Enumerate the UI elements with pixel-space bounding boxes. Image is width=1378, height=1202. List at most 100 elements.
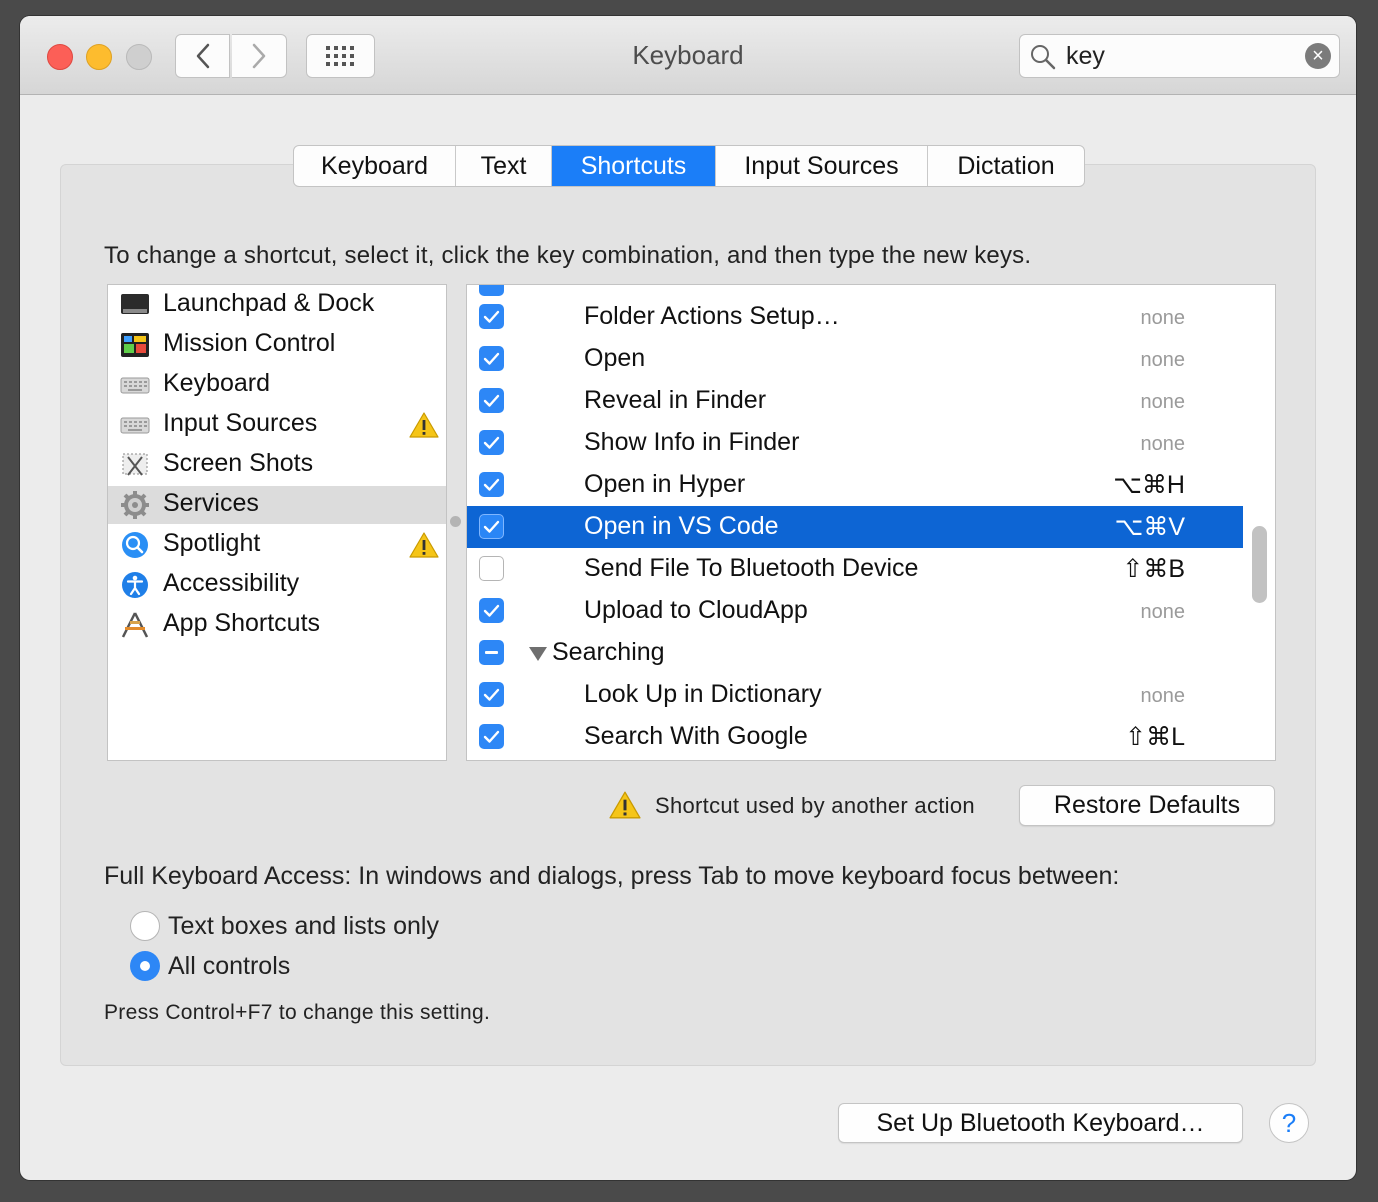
title-bar: Keyboard key × [20,16,1356,95]
search-field[interactable]: key × [1019,34,1340,78]
shortcut-row-reveal-in-finder[interactable]: Reveal in Finder none [467,380,1243,422]
shortcut-keys[interactable]: none [1141,601,1186,624]
category-item-input-sources[interactable]: Input Sources [108,406,446,444]
mission-control-icon [121,333,149,357]
category-item-accessibility[interactable]: Accessibility [108,566,446,604]
tab-text[interactable]: Text [456,146,552,186]
checkbox[interactable] [479,346,504,371]
warning-icon [609,791,641,819]
shortcut-group-searching[interactable]: Searching [467,632,1243,674]
shortcut-keys[interactable]: none [1141,349,1186,372]
close-icon: × [1312,45,1324,67]
shortcut-row-folder-actions-setup[interactable]: Folder Actions Setup… none [467,296,1243,338]
checkbox[interactable] [479,388,504,413]
category-label: Input Sources [163,409,318,437]
shortcut-name: Upload to CloudApp [584,596,808,624]
checkmark-icon [483,352,500,365]
checkbox[interactable] [479,682,504,707]
tab-shortcuts[interactable]: Shortcuts [552,146,716,186]
category-label: App Shortcuts [163,609,321,637]
shortcut-name: Open [584,344,646,372]
warning-icon [409,412,439,438]
category-label: Launchpad & Dock [163,289,375,317]
keyboard-icon [120,417,150,434]
shortcut-row-search-with-google[interactable]: Search With Google ⇧⌘L [467,716,1243,758]
checkbox[interactable] [479,430,504,455]
search-icon [1031,45,1056,70]
shortcut-keys[interactable]: none [1141,307,1186,330]
shortcut-name: Folder Actions Setup… [584,302,840,330]
checkmark-icon [483,436,500,449]
spotlight-icon [122,532,148,558]
shortcut-keys[interactable]: none [1141,433,1186,456]
category-label: Keyboard [163,369,271,397]
tab-keyboard[interactable]: Keyboard [294,146,456,186]
set-up-bluetooth-keyboard-button[interactable]: Set Up Bluetooth Keyboard… [838,1103,1243,1143]
shortcut-name: Open in VS Code [584,512,779,540]
category-label: Services [163,489,259,517]
radio-label[interactable]: All controls [168,952,290,981]
group-name: Searching [552,638,665,666]
tab-input-sources[interactable]: Input Sources [716,146,928,186]
category-label: Spotlight [163,529,261,557]
checkbox[interactable] [479,304,504,329]
shortcut-row-upload-to-cloudapp[interactable]: Upload to CloudApp none [467,590,1243,632]
gear-icon [121,491,149,519]
category-item-services[interactable]: Services [108,486,446,524]
checkbox[interactable] [479,472,504,497]
category-item-spotlight[interactable]: Spotlight [108,526,446,564]
disclosure-triangle-icon[interactable] [529,647,547,661]
shortcut-name: Look Up in Dictionary [584,680,822,708]
search-input[interactable]: key [1066,42,1105,71]
shortcut-keys[interactable]: ⇧⌘B [1122,554,1185,584]
warning-legend-text: Shortcut used by another action [655,793,975,818]
category-item-launchpad-dock[interactable]: Launchpad & Dock [108,286,446,324]
full-keyboard-access-label: Full Keyboard Access: In windows and dia… [104,862,1120,890]
screenshot-icon [122,453,148,476]
category-list[interactable]: Launchpad & Dock Mission Control Keyboar… [107,284,447,761]
scrollbar-thumb[interactable] [1252,526,1267,603]
help-button[interactable]: ? [1269,1103,1309,1143]
shortcut-name: Show Info in Finder [584,428,800,456]
shortcut-keys[interactable]: none [1141,685,1186,708]
category-item-mission-control[interactable]: Mission Control [108,326,446,364]
shortcut-keys[interactable]: ⇧⌘L [1125,722,1185,752]
category-item-app-shortcuts[interactable]: App Shortcuts [108,606,446,644]
checkbox[interactable] [479,556,504,581]
app-shortcuts-icon [121,612,149,638]
shortcut-row-show-info-in-finder[interactable]: Show Info in Finder none [467,422,1243,464]
shortcut-row-open[interactable]: Open none [467,338,1243,380]
shortcut-name: Search With Google [584,722,808,750]
radio-all-controls[interactable] [130,951,160,981]
shortcut-name: Open in Hyper [584,470,746,498]
shortcut-list[interactable]: Folder Actions Setup… none Open none Rev… [466,284,1276,761]
checkbox[interactable] [479,285,504,296]
checkmark-icon [483,730,500,743]
tab-bar: Keyboard Text Shortcuts Input Sources Di… [293,145,1085,187]
tab-dictation[interactable]: Dictation [928,146,1084,186]
category-label: Accessibility [163,569,300,597]
checkbox[interactable] [479,598,504,623]
radio-text-boxes-and-lists-only[interactable] [130,911,160,941]
category-label: Mission Control [163,329,336,357]
category-item-keyboard[interactable]: Keyboard [108,366,446,404]
shortcut-name: Send File To Bluetooth Device [584,554,919,582]
accessibility-icon [122,572,148,598]
shortcut-row-open-in-vs-code[interactable]: Open in VS Code ⌥⌘V [467,506,1243,548]
shortcut-row-open-in-hyper[interactable]: Open in Hyper ⌥⌘H [467,464,1243,506]
checkbox[interactable] [479,724,504,749]
keyboard-icon [120,377,150,394]
category-item-screen-shots[interactable]: Screen Shots [108,446,446,484]
shortcut-keys[interactable]: ⌥⌘H [1113,470,1185,500]
shortcut-keys[interactable]: ⌥⌘V [1115,512,1185,542]
shortcut-row-send-file-to-bluetooth-device[interactable]: Send File To Bluetooth Device ⇧⌘B [467,548,1243,590]
dash-icon [485,651,498,654]
radio-label[interactable]: Text boxes and lists only [168,912,439,941]
split-view-handle[interactable] [450,516,461,527]
shortcut-row-look-up-in-dictionary[interactable]: Look Up in Dictionary none [467,674,1243,716]
checkbox-mixed[interactable] [479,640,504,665]
restore-defaults-button[interactable]: Restore Defaults [1019,785,1275,826]
clear-search-button[interactable]: × [1305,43,1331,69]
checkbox[interactable] [479,514,504,539]
shortcut-keys[interactable]: none [1141,391,1186,414]
